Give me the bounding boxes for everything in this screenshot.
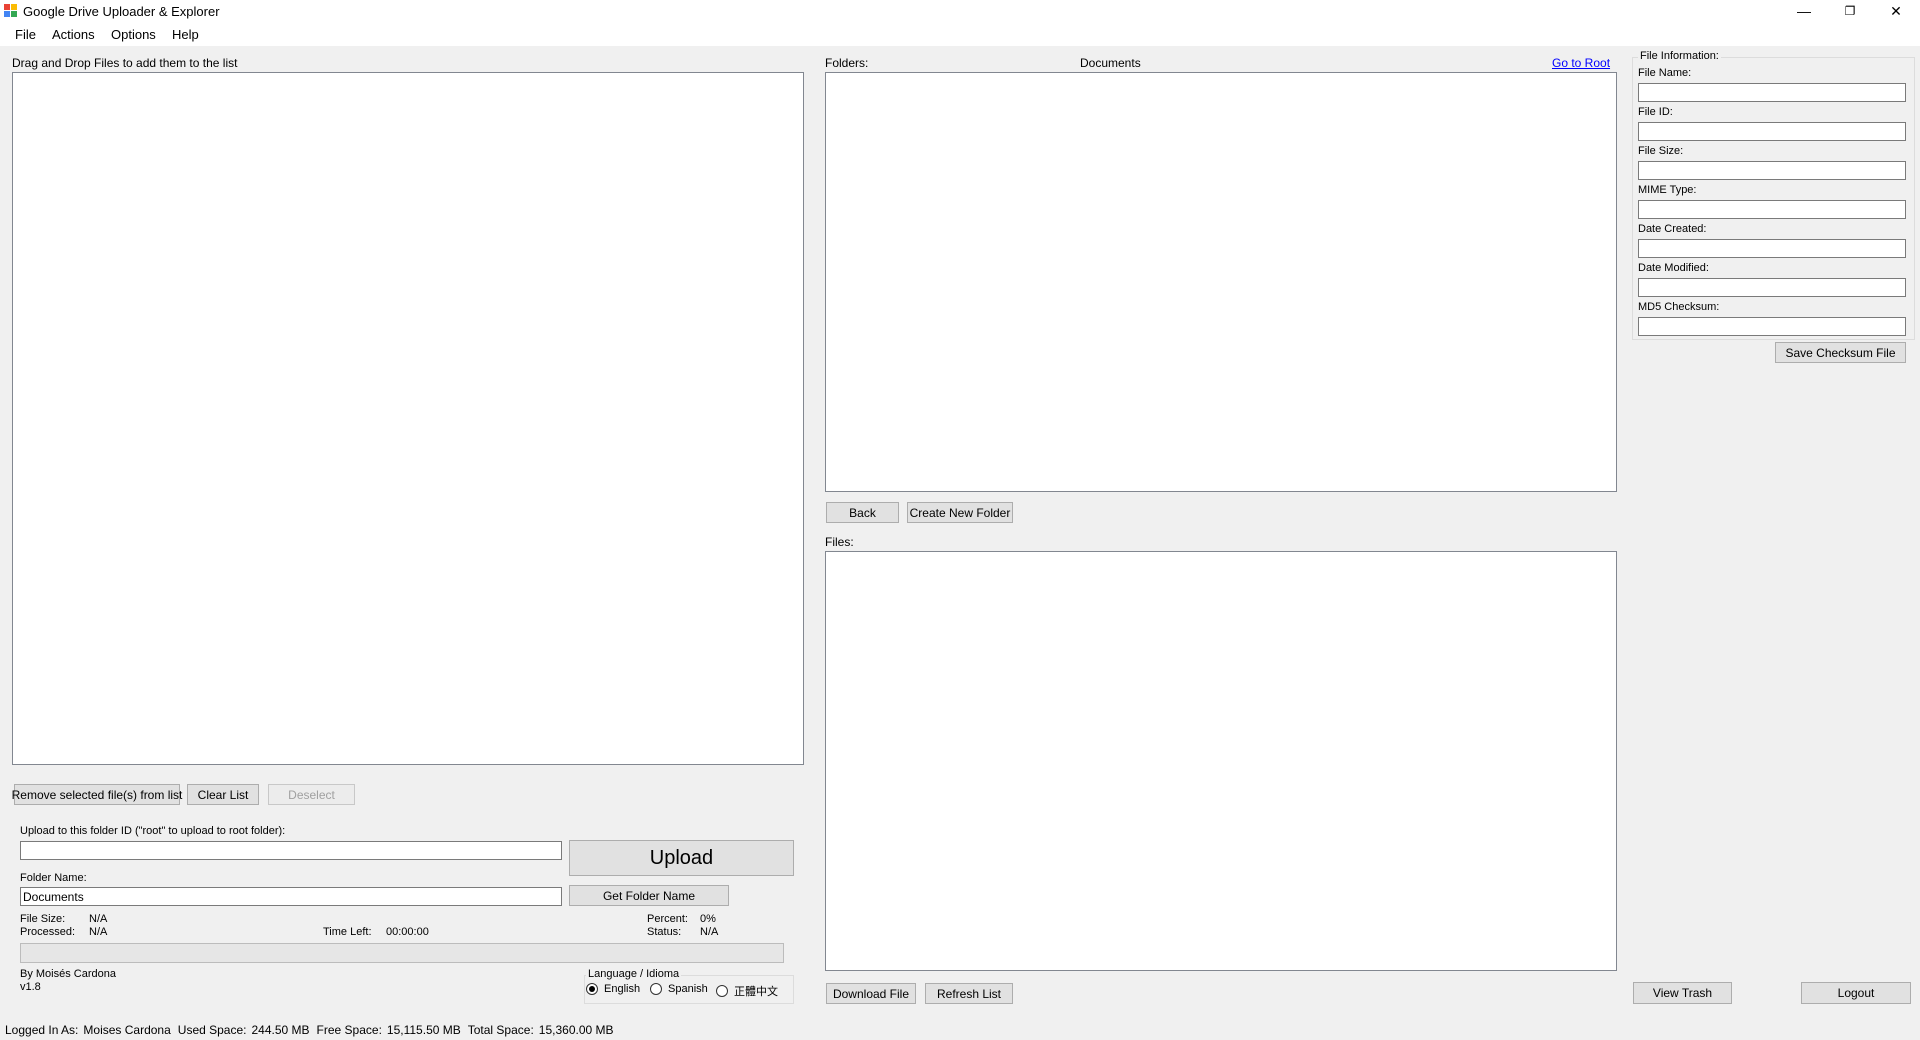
view-trash-button[interactable]: View Trash xyxy=(1633,982,1732,1004)
logged-in-label: Logged In As: xyxy=(5,1023,79,1037)
file-size-value: N/A xyxy=(89,913,108,925)
download-file-button[interactable]: Download File xyxy=(826,983,916,1004)
version-label: v1.8 xyxy=(20,981,41,993)
processed-label: Processed: xyxy=(20,926,76,938)
info-file-size-label: File Size: xyxy=(1638,145,1684,157)
refresh-list-button[interactable]: Refresh List xyxy=(925,983,1013,1004)
info-md5-field[interactable] xyxy=(1638,317,1906,336)
info-file-id-label: File ID: xyxy=(1638,106,1673,118)
files-list[interactable] xyxy=(825,551,1617,971)
remove-selected-button[interactable]: Remove selected file(s) from list xyxy=(12,784,182,805)
clear-list-button[interactable]: Clear List xyxy=(187,784,259,805)
radio-chinese-indicator[interactable] xyxy=(716,985,728,997)
app-icon xyxy=(4,4,18,17)
folders-list[interactable] xyxy=(825,72,1617,492)
files-label: Files: xyxy=(825,535,854,549)
minimize-button[interactable]: — xyxy=(1781,0,1827,22)
info-date-created-label: Date Created: xyxy=(1638,223,1707,235)
info-date-modified-field[interactable] xyxy=(1638,278,1906,297)
info-file-size-field[interactable] xyxy=(1638,161,1906,180)
logged-in-value: Moises Cardona xyxy=(83,1023,171,1037)
used-space-label: Used Space: xyxy=(177,1023,247,1037)
maximize-button[interactable]: ❐ xyxy=(1827,0,1873,22)
info-file-id-field[interactable] xyxy=(1638,122,1906,141)
total-space-value: 15,360.00 MB xyxy=(538,1023,614,1037)
info-date-created-field[interactable] xyxy=(1638,239,1906,258)
radio-english[interactable]: English xyxy=(586,983,640,995)
info-mime-label: MIME Type: xyxy=(1638,184,1697,196)
drop-label: Drag and Drop Files to add them to the l… xyxy=(12,56,238,70)
percent-value: 0% xyxy=(700,913,716,925)
logout-button[interactable]: Logout xyxy=(1801,982,1911,1004)
go-to-root-link[interactable]: Go to Root xyxy=(1552,56,1610,70)
menu-file[interactable]: File xyxy=(15,27,36,42)
info-md5-label: MD5 Checksum: xyxy=(1638,301,1720,313)
info-file-name-label: File Name: xyxy=(1638,67,1692,79)
file-info-title: File Information: xyxy=(1638,50,1721,62)
radio-spanish-label: Spanish xyxy=(668,983,708,995)
time-left-value: 00:00:00 xyxy=(386,926,429,938)
language-group-title: Language / Idioma xyxy=(586,968,682,980)
file-size-label: File Size: xyxy=(20,913,66,925)
status-label: Status: xyxy=(647,926,682,938)
get-folder-name-button[interactable]: Get Folder Name xyxy=(569,885,729,906)
folder-name-input[interactable] xyxy=(20,887,562,906)
folder-name-label: Folder Name: xyxy=(20,872,87,884)
deselect-button[interactable]: Deselect xyxy=(268,784,355,805)
free-space-value: 15,115.50 MB xyxy=(386,1023,461,1037)
window-title: Google Drive Uploader & Explorer xyxy=(23,4,220,19)
free-space-label: Free Space: xyxy=(316,1023,382,1037)
back-button[interactable]: Back xyxy=(826,502,899,523)
author-label: By Moisés Cardona xyxy=(20,968,116,980)
menu-bar xyxy=(0,22,1920,46)
radio-chinese-label: 正體中文 xyxy=(734,986,778,998)
radio-english-indicator[interactable] xyxy=(586,983,598,995)
folders-label: Folders: xyxy=(825,56,869,70)
create-folder-button[interactable]: Create New Folder xyxy=(907,502,1013,523)
total-space-label: Total Space: xyxy=(467,1023,534,1037)
info-date-modified-label: Date Modified: xyxy=(1638,262,1709,274)
menu-help[interactable]: Help xyxy=(172,27,199,42)
info-file-name-field[interactable] xyxy=(1638,83,1906,102)
current-folder-label: Documents xyxy=(1080,56,1141,70)
title-bar xyxy=(0,0,1920,22)
close-button[interactable]: ✕ xyxy=(1873,0,1919,22)
radio-spanish[interactable]: Spanish xyxy=(650,983,708,995)
status-value: N/A xyxy=(700,926,719,938)
processed-value: N/A xyxy=(89,926,108,938)
upload-progress-bar xyxy=(20,943,784,963)
time-left-label: Time Left: xyxy=(323,926,372,938)
radio-english-label: English xyxy=(604,983,641,995)
used-space-value: 244.50 MB xyxy=(251,1023,310,1037)
upload-file-list[interactable] xyxy=(12,72,804,765)
menu-actions[interactable]: Actions xyxy=(52,27,95,42)
upload-folder-label: Upload to this folder ID ("root" to uplo… xyxy=(20,825,286,837)
radio-chinese[interactable]: 正體中文 xyxy=(716,983,778,999)
menu-options[interactable]: Options xyxy=(111,27,156,42)
folder-id-input[interactable] xyxy=(20,841,562,860)
percent-label: Percent: xyxy=(647,913,688,925)
status-bar-content: Logged In As: Moises Cardona Used Space:… xyxy=(5,1023,614,1037)
radio-spanish-indicator[interactable] xyxy=(650,983,662,995)
save-checksum-button[interactable]: Save Checksum File xyxy=(1775,342,1906,363)
info-mime-field[interactable] xyxy=(1638,200,1906,219)
upload-button[interactable]: Upload xyxy=(569,840,794,876)
